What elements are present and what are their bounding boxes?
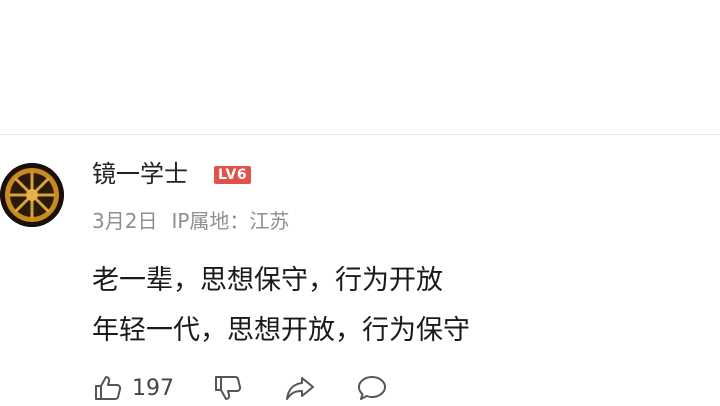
avatar[interactable] [0, 163, 64, 227]
divider [0, 134, 720, 135]
comment-username[interactable]: 镜一学士 [92, 158, 188, 190]
comment-bubble-icon [358, 376, 386, 400]
share-icon [286, 377, 314, 400]
avatar-image [0, 163, 64, 227]
comment-line-1: 老一辈，思想保守，行为开放 [92, 265, 443, 296]
share-button[interactable] [284, 372, 316, 404]
reply-button[interactable] [356, 372, 388, 404]
thumbs-up-icon [95, 376, 122, 400]
dislike-button[interactable] [212, 372, 244, 404]
level-badge: LV6 [214, 166, 252, 184]
comment-line-2: 年轻一代，思想开放，行为保守 [92, 315, 470, 346]
ip-location: IP属地：江苏 [171, 209, 290, 233]
like-button[interactable]: 197 [92, 372, 174, 404]
comment-date: 3月2日 [92, 209, 158, 233]
comment-meta: 3月2日 IP属地：江苏 [92, 207, 289, 235]
thumbs-down-icon [215, 376, 242, 400]
comment-content: 老一辈，思想保守，行为开放 年轻一代，思想开放，行为保守 [92, 256, 470, 356]
comment-actions: 197 [92, 370, 388, 406]
like-count: 197 [132, 375, 174, 401]
top-blank-area [0, 0, 720, 134]
